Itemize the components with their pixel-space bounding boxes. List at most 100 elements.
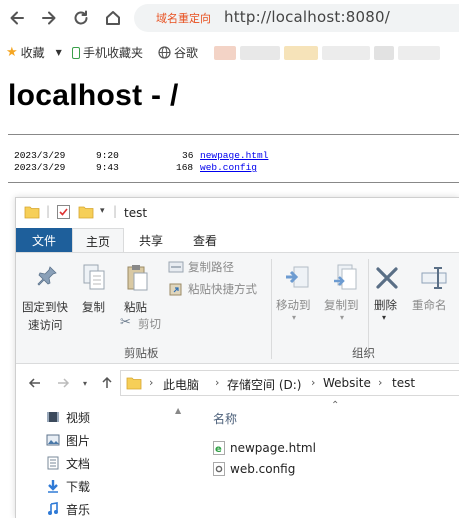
- back-arrow-icon: [28, 378, 40, 388]
- listing-link[interactable]: web.config: [200, 162, 257, 174]
- organize-group-label: 组织: [352, 346, 375, 360]
- rename-icon: [421, 267, 447, 289]
- move-to-button[interactable]: 移动到 ▾: [274, 259, 318, 325]
- new-folder-icon[interactable]: [78, 205, 94, 219]
- globe-icon: [158, 46, 171, 59]
- download-icon: [48, 480, 58, 493]
- pin-label: 固定到快: [22, 300, 68, 314]
- nav-scrollbar[interactable]: ▲: [174, 404, 184, 518]
- rename-button[interactable]: 重命名: [408, 259, 458, 325]
- breadcrumb-drive-d[interactable]: 存储空间 (D:): [227, 376, 301, 393]
- url-text[interactable]: http://localhost:8080/: [224, 8, 390, 26]
- tab-file[interactable]: 文件: [16, 228, 72, 252]
- video-icon: [47, 412, 59, 422]
- config-file-icon: [213, 462, 225, 476]
- clipboard-group-label: 剪贴板: [124, 346, 159, 360]
- pin-quick-access-button[interactable]: 固定到快 速访问: [20, 259, 74, 339]
- scroll-up-icon[interactable]: ▲: [175, 406, 181, 415]
- listing-date: 2023/3/29: [14, 162, 66, 173]
- nav-item-videos[interactable]: 视频: [46, 406, 90, 428]
- address-bar[interactable]: 域名重定向 http://localhost:8080/: [134, 4, 459, 32]
- paste-button[interactable]: 粘贴: [118, 259, 156, 319]
- divider: [8, 134, 459, 135]
- delete-label: 删除: [374, 298, 397, 312]
- file-list-pane: ⌃ 名称 e newpage.html web.config: [196, 400, 459, 518]
- copy-label: 复制: [82, 300, 105, 314]
- ribbon-separator: [368, 259, 369, 359]
- ribbon-separator: [271, 259, 272, 359]
- chevron-right-icon: ›: [149, 376, 154, 389]
- listing-date: 2023/3/29: [14, 150, 66, 161]
- scissors-icon: ✂: [120, 315, 131, 330]
- tab-view[interactable]: 查看: [180, 228, 230, 252]
- tab-home[interactable]: 主页: [72, 228, 124, 253]
- quick-access-dropdown-icon[interactable]: ▾: [100, 206, 105, 216]
- separator: |: [46, 204, 51, 218]
- forward-button[interactable]: [38, 7, 60, 29]
- nav-item-label: 视频: [66, 410, 91, 425]
- browser-toolbar: 域名重定向 http://localhost:8080/: [0, 0, 459, 38]
- paste-shortcut-label: 粘贴快捷方式: [188, 282, 257, 296]
- redacted-bookmark: [374, 46, 394, 60]
- navigation-pane: 视频 图片 文档 下载 音乐: [16, 404, 196, 518]
- properties-icon[interactable]: [56, 204, 71, 220]
- breadcrumb[interactable]: › 此电脑 › 存储空间 (D:) › Website › test: [120, 370, 459, 396]
- dropdown-arrow-icon: ▾: [292, 313, 297, 322]
- forward-arrow-icon: [42, 11, 56, 25]
- redacted-bookmark: [240, 46, 280, 60]
- recent-locations-button[interactable]: ▾: [76, 374, 94, 392]
- breadcrumb-this-pc[interactable]: 此电脑: [163, 376, 199, 393]
- copy-icon: [83, 264, 105, 290]
- nav-item-label: 音乐: [66, 502, 91, 517]
- nav-item-label: 下载: [66, 479, 91, 494]
- tab-share[interactable]: 共享: [128, 228, 174, 252]
- bookmark-label: 收藏: [20, 46, 45, 60]
- breadcrumb-test[interactable]: test: [392, 376, 415, 390]
- listing-link[interactable]: newpage.html: [200, 150, 268, 162]
- up-button[interactable]: [98, 374, 116, 392]
- dropdown-arrow-icon: ▾: [340, 313, 345, 322]
- bookmarks-bar: ★ 收藏 ▼ 手机收藏夹 谷歌: [0, 38, 459, 66]
- back-arrow-icon: [10, 11, 24, 25]
- reload-button[interactable]: [70, 7, 92, 29]
- separator: |: [113, 204, 118, 218]
- delete-button[interactable]: 删除 ▾: [372, 259, 402, 325]
- file-item[interactable]: web.config: [213, 459, 295, 479]
- music-icon: [48, 502, 58, 515]
- breadcrumb-website[interactable]: Website: [323, 376, 371, 390]
- bookmark-label: 手机收藏夹: [83, 46, 144, 60]
- redirect-tag: 域名重定向: [156, 12, 211, 25]
- redacted-bookmark: [398, 46, 440, 60]
- nav-item-music[interactable]: 音乐: [46, 498, 90, 518]
- copy-to-button[interactable]: 复制到 ▾: [322, 259, 366, 325]
- dropdown-arrow-icon: ▾: [382, 313, 387, 322]
- folder-icon: [24, 206, 40, 219]
- column-header-name[interactable]: 名称: [213, 410, 237, 427]
- bookmark-label: 谷歌: [174, 46, 199, 60]
- file-name: web.config: [230, 462, 296, 476]
- explorer-address-row: ▾ › 此电脑 › 存储空间 (D:) › Website › test: [16, 364, 459, 404]
- nav-item-pictures[interactable]: 图片: [46, 429, 90, 451]
- rename-label: 重命名: [412, 298, 447, 312]
- redacted-bookmark: [214, 46, 236, 60]
- up-arrow-icon: [102, 376, 112, 388]
- bookmark-mobile[interactable]: 手机收藏夹: [72, 44, 143, 61]
- bookmark-google[interactable]: 谷歌: [158, 44, 198, 61]
- page-title: localhost - /: [8, 79, 179, 112]
- back-button[interactable]: [6, 7, 28, 29]
- explorer-back-button[interactable]: [26, 374, 44, 392]
- dropdown-arrow-icon: ▼: [55, 48, 62, 57]
- home-button[interactable]: [102, 7, 124, 29]
- nav-item-label: 图片: [66, 433, 91, 448]
- file-item[interactable]: e newpage.html: [213, 438, 316, 458]
- cut-label: 剪切: [138, 317, 161, 331]
- star-icon: ★: [6, 45, 18, 60]
- nav-item-downloads[interactable]: 下载: [46, 475, 90, 497]
- nav-item-documents[interactable]: 文档: [46, 452, 90, 474]
- listing-time: 9:43: [96, 162, 119, 173]
- forward-arrow-icon: [58, 378, 70, 388]
- explorer-forward-button[interactable]: [54, 374, 72, 392]
- bookmark-favorites[interactable]: ★ 收藏 ▼: [6, 44, 62, 61]
- listing-size: 36: [182, 150, 194, 161]
- copy-button[interactable]: 复制: [76, 259, 112, 319]
